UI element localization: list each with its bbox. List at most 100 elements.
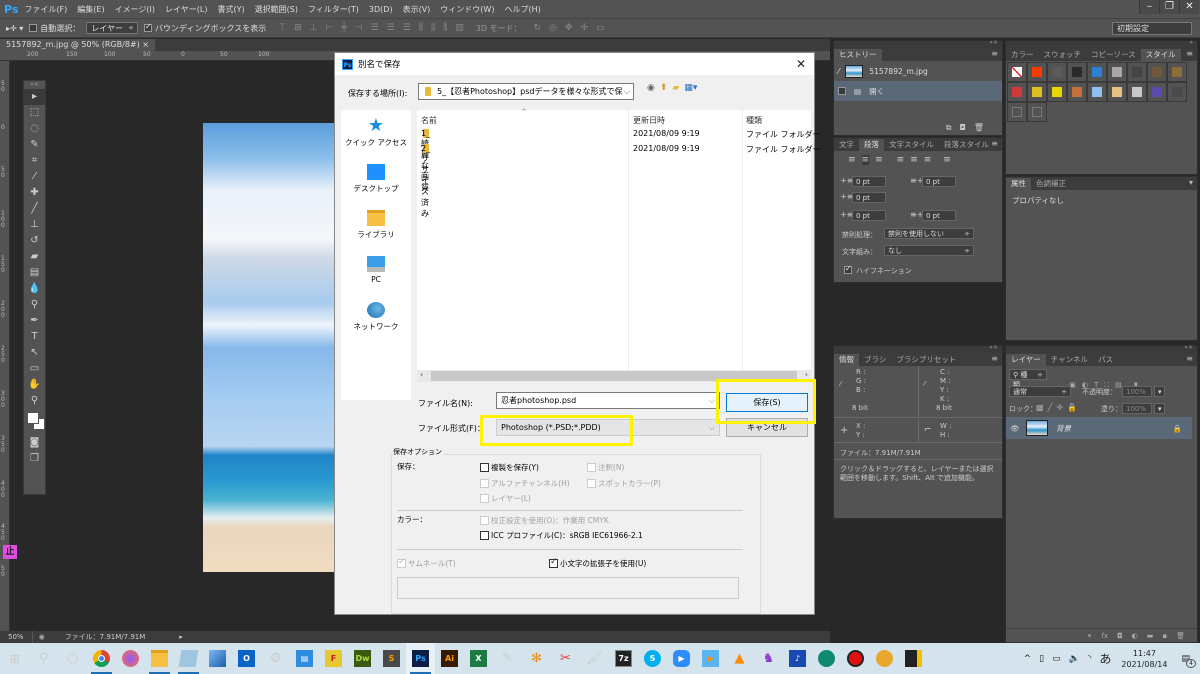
alpha-channels-checkbox[interactable]: アルファチャンネル(H): [480, 478, 570, 489]
3d-roll-icon[interactable]: ◎: [549, 23, 557, 33]
taskbar-excel[interactable]: X: [464, 643, 493, 674]
canvas-image-beach[interactable]: [203, 123, 338, 572]
3d-slide-icon[interactable]: ✢: [581, 23, 589, 33]
view-menu-icon[interactable]: ▦▾: [684, 83, 697, 93]
style-swatch[interactable]: [1127, 62, 1147, 82]
taskbar-snipping[interactable]: ✂: [551, 643, 580, 674]
zoom-level[interactable]: 50%: [0, 631, 33, 643]
bounding-box-checkbox[interactable]: [144, 22, 153, 32]
panel-collapse-icon[interactable]: »×: [989, 344, 998, 351]
align-right-text-icon[interactable]: ≡: [875, 155, 883, 165]
healing-tool-icon[interactable]: ✚: [24, 185, 45, 201]
taskbar-contacts[interactable]: ▤: [290, 643, 319, 674]
horizontal-scrollbar[interactable]: ‹ ›: [417, 370, 811, 382]
taskbar-music[interactable]: ♪: [783, 643, 812, 674]
align-left-text-icon[interactable]: ≡: [848, 155, 856, 165]
column-header-date[interactable]: 更新日時: [633, 115, 665, 126]
indent-left-field[interactable]: 0 pt: [852, 176, 886, 187]
blend-mode-dropdown[interactable]: 通常: [1009, 386, 1071, 397]
search-button[interactable]: ⚲: [29, 643, 58, 674]
auto-select-checkbox[interactable]: [29, 24, 38, 32]
file-row[interactable]: 2_リサイズ済み 2021/08/09 9:19 ファイル フォルダー: [417, 144, 821, 218]
status-menu-arrow-icon[interactable]: ▸: [179, 633, 183, 641]
new-group-icon[interactable]: ▬: [1147, 632, 1154, 640]
foreground-color[interactable]: [27, 412, 39, 424]
lasso-tool-icon[interactable]: ◌: [24, 121, 45, 137]
tab-history[interactable]: ヒストリー: [834, 49, 882, 61]
shape-tool-icon[interactable]: ▭: [24, 361, 45, 377]
save-button[interactable]: 保存(S): [726, 393, 808, 412]
place-pc[interactable]: PC: [341, 256, 411, 294]
fill-field[interactable]: 100%: [1122, 403, 1152, 414]
checkbox-box[interactable]: [549, 557, 558, 568]
tray-device-icon[interactable]: ▯: [1039, 654, 1044, 664]
eyedropper-icon[interactable]: ⁄: [924, 380, 925, 388]
style-swatch[interactable]: [1007, 102, 1027, 122]
tab-character-styles[interactable]: 文字スタイル: [884, 139, 939, 151]
mojikumi-dropdown[interactable]: なし: [884, 245, 974, 256]
fill-slider-button[interactable]: ▾: [1154, 403, 1165, 414]
distribute-left-icon[interactable]: ⫼: [419, 23, 423, 33]
style-swatch[interactable]: [1047, 82, 1067, 102]
style-swatch[interactable]: [1167, 82, 1187, 102]
chevron-down-icon[interactable]: ⌵: [709, 393, 715, 408]
auto-select-target-dropdown[interactable]: レイヤー: [86, 22, 139, 34]
style-swatch[interactable]: [1127, 82, 1147, 102]
minimize-button[interactable]: –: [1139, 0, 1159, 14]
tab-adjustments[interactable]: 色調補正: [1031, 178, 1071, 190]
3d-scale-icon[interactable]: ▭: [596, 23, 605, 33]
tab-character[interactable]: 文字: [834, 139, 859, 151]
style-swatch[interactable]: [1147, 62, 1167, 82]
panel-menu-icon[interactable]: ≡: [1186, 49, 1193, 58]
zoom-tool-icon[interactable]: ⚲: [24, 393, 45, 409]
taskbar-zoom[interactable]: ▶: [667, 643, 696, 674]
tab-layers[interactable]: レイヤー: [1006, 354, 1046, 366]
status-icon[interactable]: ◉: [33, 633, 51, 641]
checkbox-box[interactable]: [480, 463, 489, 472]
camera-icon[interactable]: ◘: [960, 123, 966, 133]
up-folder-icon[interactable]: ⬆: [660, 83, 668, 93]
toolbox-grip[interactable]: »×: [24, 81, 45, 89]
distribute-right-icon[interactable]: ⫼: [443, 23, 447, 33]
menu-help[interactable]: ヘルプ(H): [504, 4, 540, 15]
indent-first-line-field[interactable]: 0 pt: [852, 192, 886, 203]
link-layers-icon[interactable]: ⚭: [1087, 632, 1093, 640]
distribute-top-icon[interactable]: ☰: [371, 23, 379, 33]
eyedropper-tool-icon[interactable]: ⁄: [24, 169, 45, 185]
clock[interactable]: 11:47 2021/08/14: [1121, 648, 1167, 670]
panel-menu-icon[interactable]: ≡: [1186, 354, 1193, 363]
style-swatch[interactable]: [1027, 82, 1047, 102]
brush-tool-icon[interactable]: ╱: [24, 201, 45, 217]
cortana-button[interactable]: ○: [58, 643, 87, 674]
align-left-icon[interactable]: ⊢: [325, 23, 333, 33]
layers-checkbox[interactable]: レイヤー(L): [480, 493, 531, 504]
menu-select[interactable]: 選択範囲(S): [255, 4, 298, 15]
new-document-from-state-icon[interactable]: ⧉: [946, 123, 952, 133]
taskbar-editor[interactable]: ✎: [493, 643, 522, 674]
path-select-tool-icon[interactable]: ↖: [24, 345, 45, 361]
style-swatch[interactable]: [1147, 82, 1167, 102]
taskbar-illustrator[interactable]: Ai: [435, 643, 464, 674]
lowercase-extension-checkbox[interactable]: 小文字の拡張子を使用(U): [549, 557, 646, 569]
wifi-icon[interactable]: ◝: [1088, 654, 1092, 664]
history-state-checkbox[interactable]: [838, 87, 846, 95]
menu-window[interactable]: ウィンドウ(W): [440, 4, 494, 15]
taskbar-notepad[interactable]: [174, 643, 203, 674]
layer-filter-kind-dropdown[interactable]: ⚲ 種類: [1009, 369, 1047, 389]
eyedropper-icon[interactable]: ⁄: [840, 380, 841, 388]
column-header-type[interactable]: 種類: [746, 115, 762, 126]
proof-setup-checkbox[interactable]: 校正設定を使用(O)：作業用 CMYK: [480, 515, 609, 526]
marquee-tool-icon[interactable]: ⬚: [24, 105, 45, 121]
style-swatch[interactable]: [1107, 82, 1127, 102]
align-hcenter-icon[interactable]: ╪: [341, 23, 346, 33]
style-swatch[interactable]: [1007, 62, 1027, 82]
auto-align-icon[interactable]: ▥: [455, 23, 464, 33]
scrollbar-thumb[interactable]: [431, 371, 797, 381]
pen-tool-icon[interactable]: ✒: [24, 313, 45, 329]
app-badge-icon[interactable]: 止: [3, 545, 17, 559]
style-swatch[interactable]: [1167, 62, 1187, 82]
quick-select-tool-icon[interactable]: ✎: [24, 137, 45, 153]
taskbar-ffftp[interactable]: F: [319, 643, 348, 674]
tab-paths[interactable]: パス: [1093, 354, 1118, 366]
hyphenation-checkbox[interactable]: [844, 264, 852, 274]
